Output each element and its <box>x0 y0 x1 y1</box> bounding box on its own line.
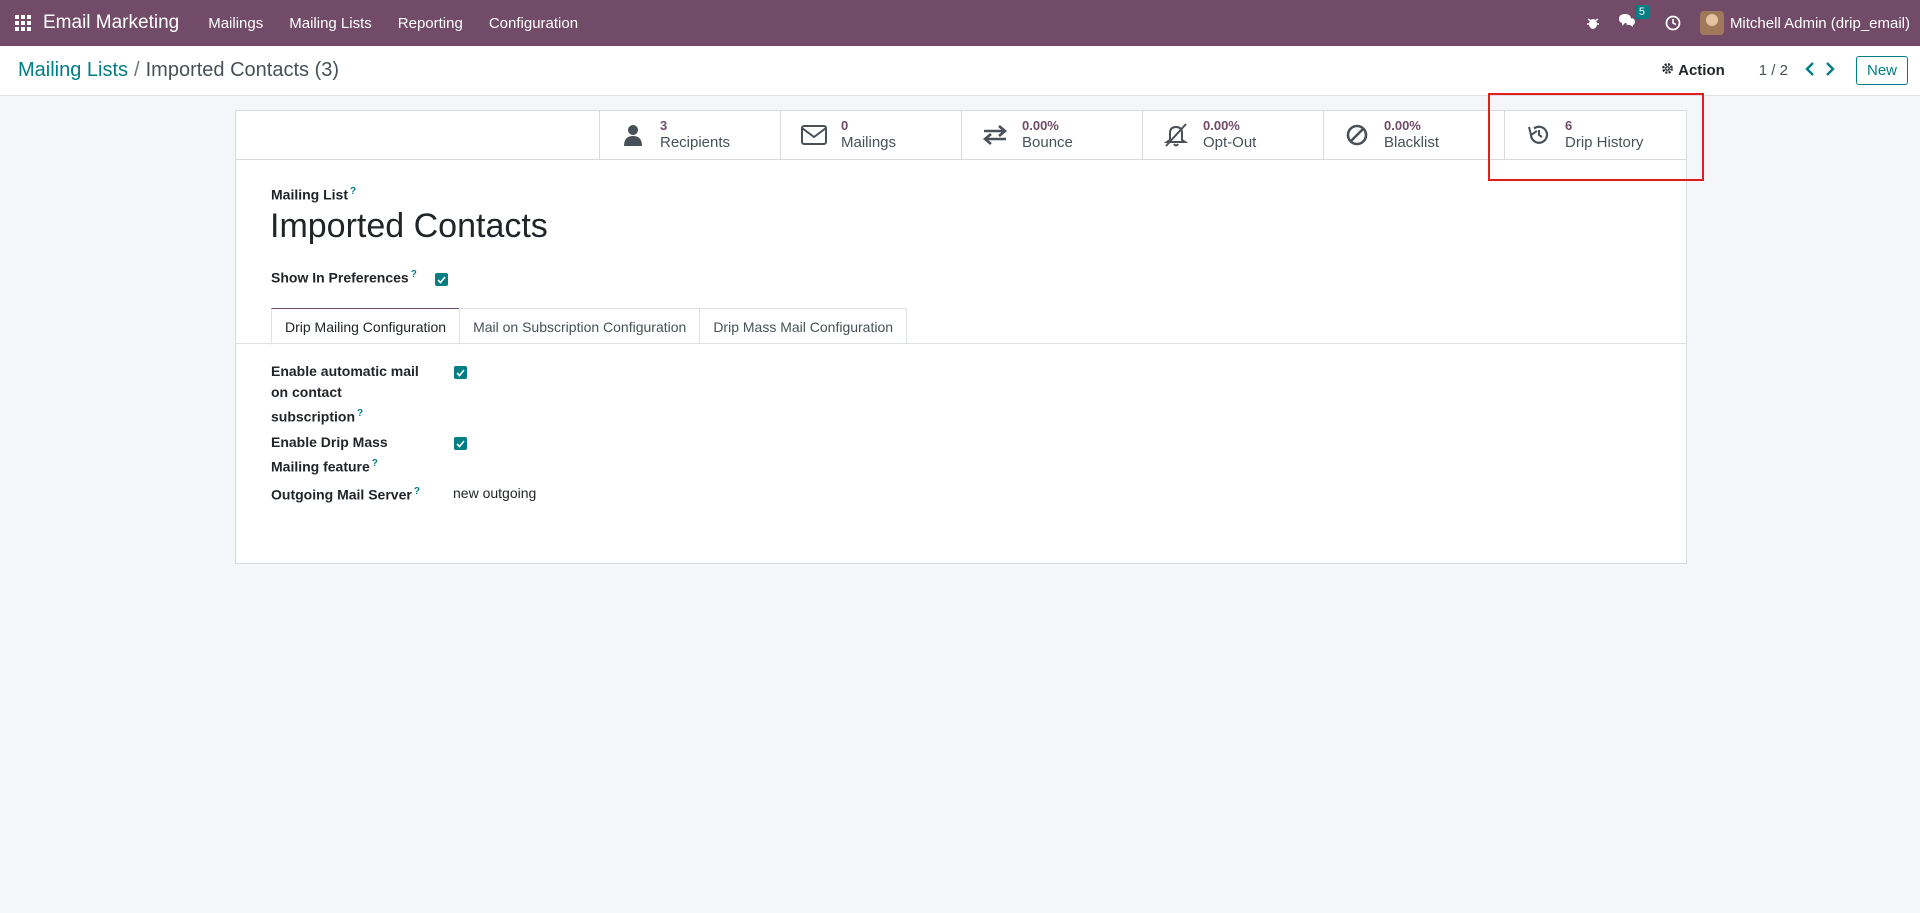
label-line: subscription <box>271 408 356 425</box>
envelope-icon <box>801 122 827 148</box>
enable-drip-mass-mailing-label: Enable Drip Mass Mailing feature? <box>271 432 426 478</box>
action-label: Action <box>1678 61 1725 79</box>
form-sheet: 3 Recipients 0 Mailings 0.00% Bounce 0.0… <box>235 110 1687 564</box>
mailing-list-name-label: Mailing List? <box>271 186 356 203</box>
show-in-preferences-checkbox[interactable] <box>435 273 448 286</box>
field-label-text: Mailing List <box>271 186 348 203</box>
breadcrumb-current: Imported Contacts (3) <box>145 59 340 81</box>
stat-value: 0 <box>841 118 849 133</box>
label-line: Mailing feature <box>271 458 370 475</box>
menu-reporting[interactable]: Reporting <box>398 15 463 32</box>
activity-clock-icon[interactable] <box>1665 15 1681 31</box>
debug-bug-icon[interactable] <box>1586 16 1600 30</box>
messages-button[interactable]: 5 <box>1618 4 1649 34</box>
top-navbar: Email Marketing Mailings Mailing Lists R… <box>0 0 1920 46</box>
tab-mail-on-subscription-configuration[interactable]: Mail on Subscription Configuration <box>459 308 701 344</box>
annotation-highlight-box <box>1488 93 1704 181</box>
show-in-preferences-label: Show In Preferences? <box>271 269 417 286</box>
stat-label: Blacklist <box>1384 134 1440 151</box>
label-line: Enable automatic mail <box>271 363 419 379</box>
mailing-list-name-field[interactable]: Imported Contacts <box>270 207 548 246</box>
stat-label: Mailings <box>841 134 897 151</box>
stat-button-mailings[interactable]: 0 Mailings <box>780 111 961 159</box>
breadcrumb: Mailing Lists / Imported Contacts (3) <box>18 59 339 82</box>
stat-button-blacklist[interactable]: 0.00% Blacklist <box>1323 111 1504 159</box>
apps-grid-icon[interactable] <box>13 13 33 33</box>
stat-value: 0.00% <box>1022 118 1059 133</box>
user-menu[interactable]: Mitchell Admin (drip_email) <box>1699 11 1910 35</box>
gear-icon <box>1661 62 1674 79</box>
stat-button-opt-out[interactable]: 0.00% Opt-Out <box>1142 111 1323 159</box>
breadcrumb-mailing-lists[interactable]: Mailing Lists <box>18 59 128 81</box>
new-button[interactable]: New <box>1855 55 1908 85</box>
ban-icon <box>1344 122 1370 148</box>
bell-slash-icon <box>1163 122 1189 148</box>
tab-drip-mailing-configuration[interactable]: Drip Mailing Configuration <box>271 308 461 345</box>
enable-automatic-mail-checkbox[interactable] <box>454 366 467 379</box>
label-line: Enable Drip Mass <box>271 434 388 450</box>
help-tooltip-icon[interactable]: ? <box>414 486 420 497</box>
stat-label: Recipients <box>660 134 731 151</box>
enable-drip-mass-mailing-checkbox[interactable] <box>454 437 467 450</box>
label-line: on contact <box>271 384 342 400</box>
avatar <box>1699 11 1724 35</box>
chat-bubbles-icon <box>1618 13 1636 34</box>
outgoing-mail-server-label: Outgoing Mail Server? <box>271 481 426 506</box>
stat-button-recipients[interactable]: 3 Recipients <box>599 111 780 159</box>
menu-configuration[interactable]: Configuration <box>489 15 578 32</box>
message-count-badge: 5 <box>1634 4 1649 19</box>
field-label-text: Show In Preferences <box>271 269 409 286</box>
breadcrumb-separator: / <box>134 59 140 81</box>
stat-value: 0.00% <box>1203 118 1240 133</box>
menu-mailing-lists[interactable]: Mailing Lists <box>289 15 372 32</box>
help-tooltip-icon[interactable]: ? <box>372 458 378 469</box>
pager-next-icon[interactable] <box>1825 60 1835 81</box>
user-icon <box>620 122 646 148</box>
label-text: Outgoing Mail Server <box>271 486 412 503</box>
divider <box>236 343 1686 344</box>
divider <box>236 159 1686 160</box>
help-tooltip-icon[interactable]: ? <box>350 186 356 197</box>
app-name[interactable]: Email Marketing <box>43 12 179 34</box>
check-icon <box>456 368 465 377</box>
action-button[interactable]: Action <box>1661 62 1725 79</box>
help-tooltip-icon[interactable]: ? <box>411 269 417 280</box>
exchange-icon <box>982 122 1008 148</box>
stat-value: 0.00% <box>1384 118 1421 133</box>
stat-button-bounce[interactable]: 0.00% Bounce <box>961 111 1142 159</box>
notebook-tabs: Drip Mailing Configuration Mail on Subsc… <box>271 308 908 345</box>
check-icon <box>437 275 446 284</box>
stat-label: Bounce <box>1022 134 1073 151</box>
check-icon <box>456 439 465 448</box>
help-tooltip-icon[interactable]: ? <box>357 408 363 419</box>
tab-drip-mass-mail-configuration[interactable]: Drip Mass Mail Configuration <box>699 308 908 344</box>
stat-label: Opt-Out <box>1203 134 1257 151</box>
pager-previous-icon[interactable] <box>1805 60 1815 81</box>
user-name: Mitchell Admin (drip_email) <box>1729 14 1910 32</box>
outgoing-mail-server-field[interactable]: new outgoing <box>453 485 536 501</box>
enable-automatic-mail-label: Enable automatic mail on contact subscri… <box>271 361 426 428</box>
menu-mailings[interactable]: Mailings <box>208 15 263 32</box>
stat-value: 3 <box>660 118 668 133</box>
pager-value[interactable]: 1 / 2 <box>1759 62 1788 79</box>
control-panel: Mailing Lists / Imported Contacts (3) Acti… <box>0 46 1920 96</box>
